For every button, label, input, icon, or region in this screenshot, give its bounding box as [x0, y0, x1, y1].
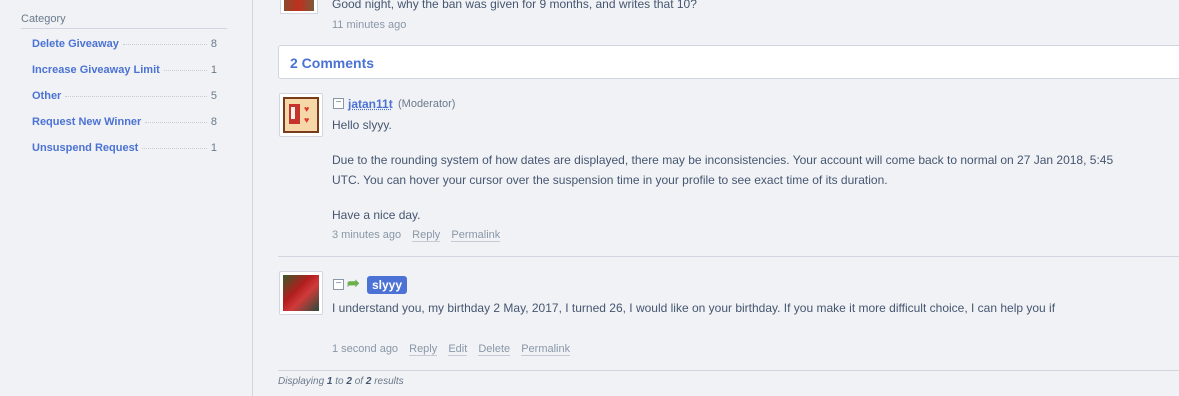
leader-dots — [122, 44, 207, 45]
delete-link[interactable]: Delete — [478, 343, 511, 356]
category-item-increase-giveaway-limit[interactable]: Increase Giveaway Limit 1 — [32, 64, 217, 80]
category-label[interactable]: Unsuspend Request — [32, 142, 138, 154]
reply-arrow-icon: ➦ — [347, 275, 360, 292]
comments-title: 2 Comments — [290, 55, 375, 71]
sidebar-heading: Category — [21, 13, 227, 29]
category-label[interactable]: Other — [32, 90, 61, 102]
pagination-to: 2 — [346, 376, 352, 387]
leader-dots — [142, 148, 207, 149]
category-count: 8 — [210, 116, 217, 128]
edit-link[interactable]: Edit — [448, 343, 468, 356]
category-item-delete-giveaway[interactable]: Delete Giveaway 8 — [32, 38, 217, 54]
reply-link[interactable]: Reply — [409, 343, 438, 356]
pagination-summary: Displaying 1 to 2 of 2 results — [278, 376, 404, 387]
pagination-suffix: results — [374, 376, 404, 387]
previous-post-time: 11 minutes ago — [332, 19, 407, 31]
sidebar: Category Delete Giveaway 8 Increase Give… — [0, 0, 253, 396]
main-content: Good night, why the ban was given for 9 … — [278, 0, 1179, 396]
pagination-total: 2 — [365, 376, 372, 387]
comment-time: 1 second ago — [332, 343, 399, 355]
comment-paragraph: I understand you, my birthday 2 May, 201… — [332, 301, 1056, 315]
comment-username-badge[interactable]: slyyy — [367, 276, 408, 294]
comment-avatar-slyyy[interactable] — [279, 271, 323, 315]
heart-icon: ♥ — [304, 115, 310, 125]
comment-meta: 3 minutes ago Reply Permalink — [332, 229, 501, 242]
leader-dots — [65, 96, 207, 97]
comments-header: 2 Comments — [278, 45, 1179, 79]
pagination-from: 1 — [326, 376, 333, 387]
comment-avatar-jatan11t[interactable]: ♥ ♥ — [279, 93, 323, 137]
category-count: 1 — [210, 142, 217, 154]
category-item-other[interactable]: Other 5 — [32, 90, 217, 106]
category-count: 5 — [210, 90, 217, 102]
category-count: 8 — [210, 38, 217, 50]
previous-post-text: Good night, why the ban was given for 9 … — [332, 0, 697, 11]
comment-divider — [278, 256, 1179, 257]
pagination-of-word: of — [354, 376, 364, 387]
avatar-image — [283, 275, 319, 311]
collapse-icon[interactable]: − — [333, 279, 344, 290]
comment-meta: 1 second ago Reply Edit Delete Permalink — [332, 343, 571, 356]
category-item-request-new-winner[interactable]: Request New Winner 8 — [32, 116, 217, 132]
comment-paragraph: Have a nice day. — [332, 208, 421, 222]
pagination-divider — [278, 370, 1179, 371]
permalink-link[interactable]: Permalink — [451, 229, 501, 242]
category-item-unsuspend-request[interactable]: Unsuspend Request 1 — [32, 142, 217, 158]
pagination-prefix: Displaying — [278, 376, 325, 387]
avatar-image — [284, 0, 314, 11]
avatar-block-shape — [291, 107, 295, 119]
category-label[interactable]: Request New Winner — [32, 116, 141, 128]
comment-time: 3 minutes ago — [332, 229, 402, 241]
leader-dots — [163, 70, 207, 71]
reply-link[interactable]: Reply — [412, 229, 441, 242]
comment-paragraph: Hello slyyy. — [332, 118, 392, 132]
category-label[interactable]: Delete Giveaway — [32, 38, 119, 50]
permalink-link[interactable]: Permalink — [521, 343, 571, 356]
avatar-image: ♥ ♥ — [283, 97, 319, 133]
leader-dots — [145, 122, 207, 123]
heart-icon: ♥ — [304, 104, 310, 114]
pagination-to-word: to — [335, 376, 344, 387]
category-count: 1 — [210, 64, 217, 76]
previous-post-avatar[interactable] — [280, 0, 318, 14]
category-label[interactable]: Increase Giveaway Limit — [32, 64, 160, 76]
comment-username[interactable]: jatan11t — [348, 97, 393, 111]
comment-paragraph: Due to the rounding system of how dates … — [332, 153, 1114, 187]
comment-role-badge: (Moderator) — [398, 98, 456, 110]
collapse-icon[interactable]: − — [333, 98, 344, 109]
